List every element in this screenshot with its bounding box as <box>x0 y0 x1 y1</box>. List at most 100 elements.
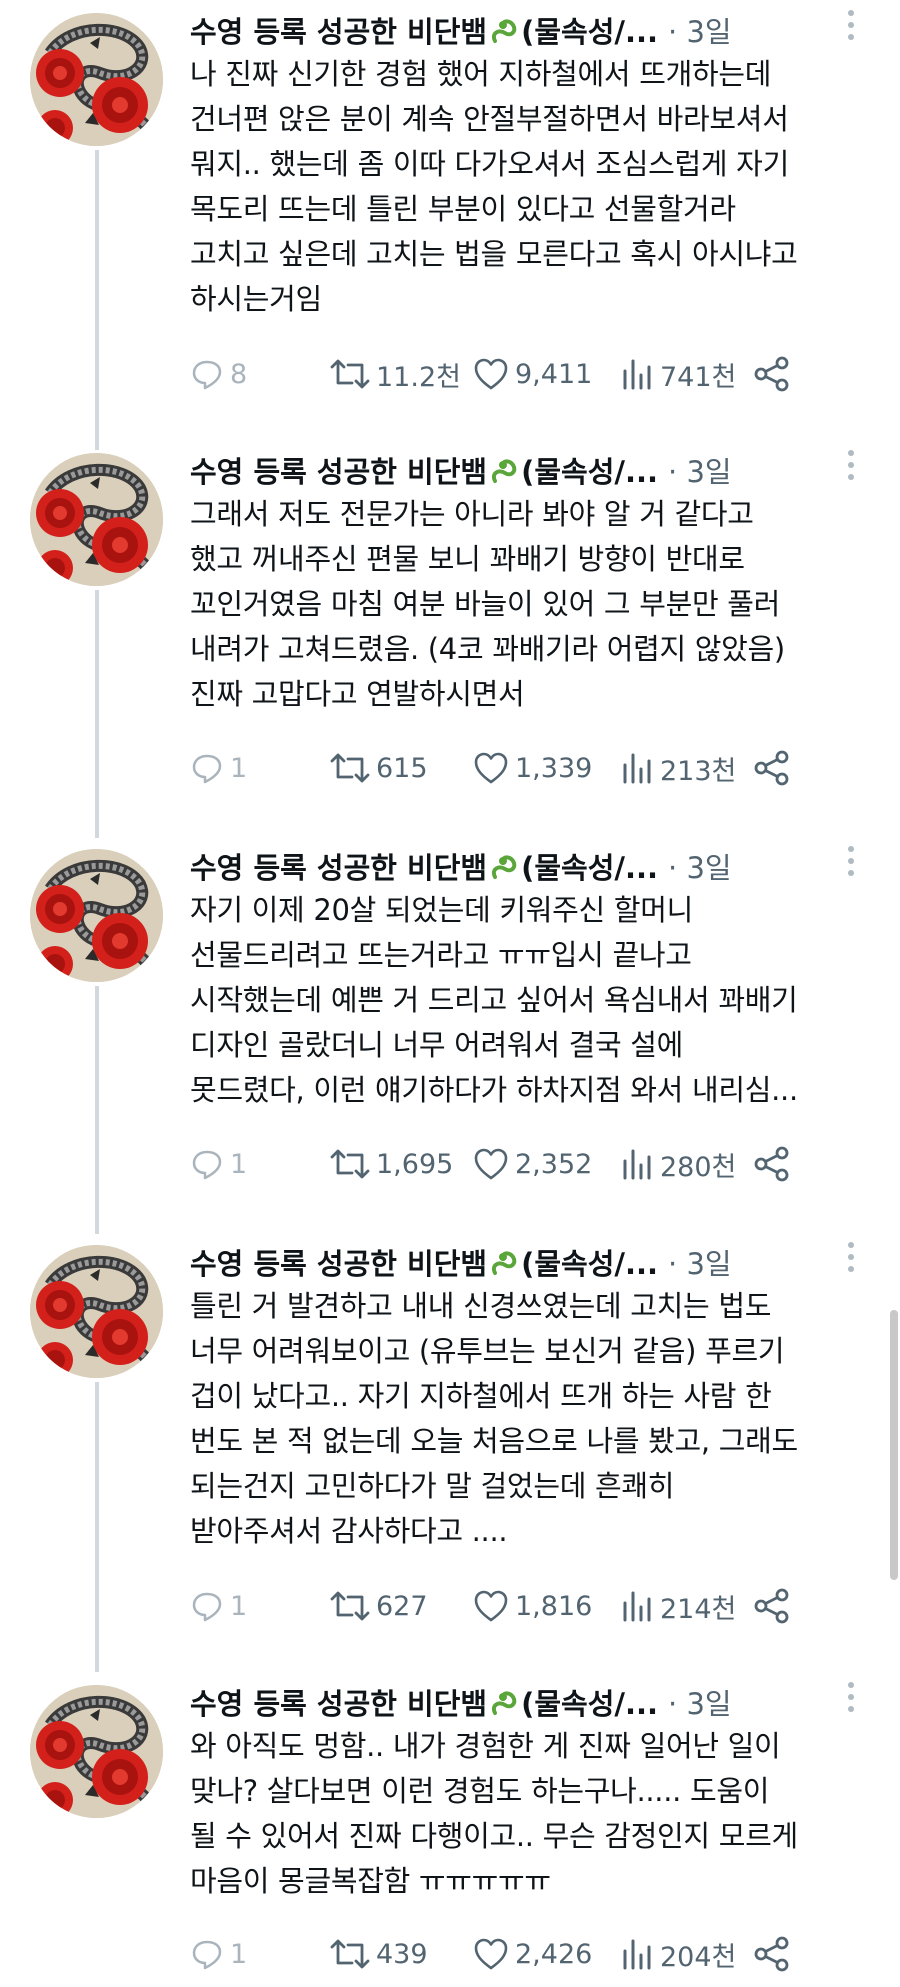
repost-button[interactable]: 627 <box>330 1584 428 1628</box>
views-button[interactable]: 280천 <box>620 1142 736 1186</box>
author-name[interactable]: 수영 등록 성공한 비단뱀 <box>190 1241 487 1283</box>
post-header: 수영 등록 성공한 비단뱀 (물속성/... · 3일 <box>190 448 732 492</box>
heart-icon <box>474 752 508 784</box>
reply-count: 1 <box>230 1148 248 1180</box>
author-name[interactable]: 수영 등록 성공한 비단뱀 <box>190 1681 487 1723</box>
repost-button[interactable]: 1,695 <box>330 1142 453 1186</box>
repost-icon <box>330 753 370 783</box>
repost-count: 615 <box>376 752 428 784</box>
more-icon[interactable] <box>845 1682 857 1718</box>
reply-icon <box>192 1592 222 1622</box>
post-time[interactable]: 3일 <box>686 15 731 49</box>
action-bar: 8 11.2천 9,411 741천 <box>190 352 810 396</box>
author-name-suffix[interactable]: (물속성/... <box>521 449 658 491</box>
reply-icon <box>192 360 222 390</box>
post-header: 수영 등록 성공한 비단뱀 (물속성/... · 3일 <box>190 8 732 52</box>
more-icon[interactable] <box>845 846 857 882</box>
post-text: 나 진짜 신기한 경험 했어 지하철에서 뜨개하는데 건너편 앉은 분이 계속 … <box>190 57 798 316</box>
share-button[interactable] <box>752 746 792 790</box>
reply-count: 1 <box>230 1938 248 1970</box>
post-text: 그래서 저도 전문가는 아니라 봐야 알 거 같다고 했고 꺼내주신 편물 보니… <box>190 497 785 711</box>
share-icon <box>754 750 789 786</box>
snake-icon <box>492 1691 517 1715</box>
reply-button[interactable]: 1 <box>190 746 247 790</box>
view-count: 204천 <box>660 1941 737 1973</box>
author-name-suffix[interactable]: (물속성/... <box>521 9 658 51</box>
like-button[interactable]: 1,816 <box>473 1584 592 1628</box>
thread-connector-line <box>95 986 99 1234</box>
repost-count: 11.2천 <box>376 361 461 393</box>
view-count: 280천 <box>660 1151 737 1183</box>
like-count: 1,339 <box>515 752 593 784</box>
share-button[interactable] <box>752 1142 792 1186</box>
heart-icon <box>474 358 508 390</box>
share-icon <box>754 1936 789 1972</box>
avatar[interactable] <box>30 13 163 146</box>
action-bar: 1 439 2,426 204천 <box>190 1932 810 1976</box>
avatar[interactable] <box>30 849 163 982</box>
author-name-suffix[interactable]: (물속성/... <box>521 1241 658 1283</box>
views-button[interactable]: 741천 <box>620 352 736 396</box>
share-icon <box>754 1588 789 1624</box>
post-header: 수영 등록 성공한 비단뱀 (물속성/... · 3일 <box>190 1680 732 1724</box>
reply-count: 1 <box>230 752 248 784</box>
views-button[interactable]: 213천 <box>620 746 736 790</box>
thread-connector-line <box>95 150 99 450</box>
author-name-suffix[interactable]: (물속성/... <box>521 1681 658 1723</box>
more-icon[interactable] <box>845 1242 857 1278</box>
author-name-suffix[interactable]: (물속성/... <box>521 845 658 887</box>
action-bar: 1 615 1,339 213천 <box>190 746 810 790</box>
post-header: 수영 등록 성공한 비단뱀 (물속성/... · 3일 <box>190 1240 732 1284</box>
more-icon[interactable] <box>845 450 857 486</box>
repost-icon <box>330 1149 370 1179</box>
post-time[interactable]: 3일 <box>686 455 731 489</box>
views-button[interactable]: 214천 <box>620 1584 736 1628</box>
repost-button[interactable]: 11.2천 <box>330 352 461 396</box>
post-time[interactable]: 3일 <box>686 1247 731 1281</box>
avatar[interactable] <box>30 453 163 586</box>
separator-dot: · <box>668 455 678 489</box>
post-time[interactable]: 3일 <box>686 1687 731 1721</box>
share-button[interactable] <box>752 1584 792 1628</box>
heart-icon <box>474 1148 508 1180</box>
reply-button[interactable]: 1 <box>190 1142 247 1186</box>
avatar[interactable] <box>30 1685 163 1818</box>
post-time[interactable]: 3일 <box>686 851 731 885</box>
reply-count: 8 <box>230 358 248 390</box>
reply-icon <box>192 1940 222 1970</box>
views-icon <box>623 753 651 784</box>
snake-icon <box>492 459 517 483</box>
reply-button[interactable]: 1 <box>190 1932 247 1976</box>
reply-button[interactable]: 8 <box>190 352 247 396</box>
like-button[interactable]: 9,411 <box>473 352 592 396</box>
like-count: 2,426 <box>515 1938 593 1970</box>
author-name[interactable]: 수영 등록 성공한 비단뱀 <box>190 9 487 51</box>
views-icon <box>623 1591 651 1622</box>
views-icon <box>623 1939 651 1970</box>
views-button[interactable]: 204천 <box>620 1932 736 1976</box>
repost-count: 439 <box>376 1938 428 1970</box>
repost-button[interactable]: 615 <box>330 746 428 790</box>
share-button[interactable] <box>752 352 792 396</box>
reply-button[interactable]: 1 <box>190 1584 247 1628</box>
share-icon <box>754 356 789 392</box>
repost-button[interactable]: 439 <box>330 1932 428 1976</box>
author-name[interactable]: 수영 등록 성공한 비단뱀 <box>190 845 487 887</box>
like-button[interactable]: 1,339 <box>473 746 592 790</box>
repost-icon <box>330 1591 370 1621</box>
separator-dot: · <box>668 15 678 49</box>
author-name[interactable]: 수영 등록 성공한 비단뱀 <box>190 449 487 491</box>
page-scrollbar[interactable] <box>890 1310 898 1580</box>
like-button[interactable]: 2,426 <box>473 1932 592 1976</box>
thread-connector-line <box>95 1382 99 1672</box>
repost-icon <box>330 1939 370 1969</box>
share-button[interactable] <box>752 1932 792 1976</box>
separator-dot: · <box>668 1687 678 1721</box>
like-button[interactable]: 2,352 <box>473 1142 592 1186</box>
views-icon <box>623 1149 651 1180</box>
avatar[interactable] <box>30 1245 163 1378</box>
action-bar: 1 627 1,816 214천 <box>190 1584 810 1628</box>
like-count: 9,411 <box>515 358 593 390</box>
share-icon <box>754 1146 789 1182</box>
more-icon[interactable] <box>845 10 857 46</box>
